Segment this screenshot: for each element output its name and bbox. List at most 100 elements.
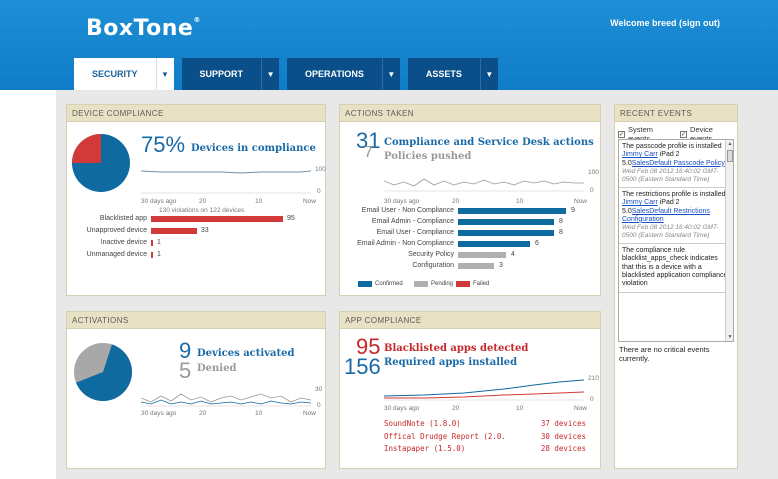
- scroll-down-icon[interactable]: ▼: [727, 334, 733, 340]
- tab-security[interactable]: SECURITY ▼: [74, 58, 174, 90]
- denied-label[interactable]: Denied: [197, 363, 236, 374]
- policies-label[interactable]: Policies pushed: [384, 151, 471, 162]
- x-tick: 30 days ago: [384, 405, 420, 412]
- noncompliant-slice: [72, 134, 101, 163]
- legend-pending: Pending: [414, 281, 453, 287]
- system-events-checkbox[interactable]: ✓: [618, 130, 625, 138]
- violation-bar[interactable]: [151, 228, 197, 234]
- confirmed-swatch: [358, 281, 372, 287]
- event-timestamp: Wed Feb 08 2012 16:40:02 GMT-0500 (Easte…: [622, 224, 719, 240]
- event-item: The passcode profile is installed Jimmy …: [619, 140, 733, 188]
- action-value: 8: [559, 218, 563, 225]
- activations-pie-chart[interactable]: [73, 342, 133, 402]
- violation-value: 33: [200, 227, 209, 234]
- tab-operations[interactable]: OPERATIONS ▼: [287, 58, 400, 90]
- activations-label[interactable]: Devices activated: [197, 348, 294, 359]
- compliance-percentage: 75%: [141, 132, 186, 157]
- violations-note: 130 violations on 122 devices: [159, 207, 245, 214]
- tab-assets[interactable]: ASSETS ▼: [407, 58, 498, 90]
- action-value: 8: [559, 229, 563, 236]
- action-label: Configuration: [412, 262, 454, 269]
- welcome-text: Welcome breed (sign out): [610, 18, 720, 28]
- chevron-down-icon[interactable]: ▼: [155, 58, 174, 90]
- events-list[interactable]: The passcode profile is installed Jimmy …: [618, 139, 734, 342]
- y-tick-210: 210: [588, 375, 599, 382]
- y-tick-0: 0: [317, 402, 321, 409]
- violation-value: 95: [287, 215, 295, 222]
- x-tick: 10: [516, 198, 524, 205]
- x-tick: 10: [516, 405, 524, 412]
- recent-events-panel: RECENT EVENTS ✓System events ✓Device eve…: [614, 104, 738, 469]
- legend-failed: Failed: [456, 281, 489, 287]
- denied-trend-line: [141, 393, 311, 403]
- compliance-pie-chart[interactable]: [71, 133, 131, 193]
- user-link[interactable]: Jimmy Carr: [622, 151, 658, 158]
- actions-trend-line: [384, 178, 584, 187]
- action-label: Security Policy: [408, 251, 454, 258]
- app-device-count[interactable]: 30 devices: [526, 432, 586, 441]
- action-bar[interactable]: [458, 230, 554, 236]
- action-value: 9: [571, 207, 575, 214]
- blacklisted-label[interactable]: Blacklisted apps detected: [384, 343, 528, 354]
- violation-bar[interactable]: [151, 216, 283, 222]
- action-bar[interactable]: [458, 263, 494, 269]
- action-label: Email Admin - Compliance: [371, 218, 454, 225]
- event-item: The compliance rule blacklist_apps_check…: [619, 244, 733, 293]
- action-bar[interactable]: [458, 208, 566, 214]
- required-count: 156: [344, 354, 381, 379]
- app-device-count[interactable]: 28 devices: [526, 444, 586, 453]
- actions-taken-panel: ACTIONS TAKEN 31 Compliance and Service …: [339, 104, 601, 296]
- user-link[interactable]: Jimmy Carr: [622, 199, 658, 206]
- actions-trend-chart: [384, 178, 584, 192]
- action-bar[interactable]: [458, 241, 530, 247]
- violation-bar[interactable]: [151, 252, 153, 258]
- scroll-thumb[interactable]: [727, 150, 733, 162]
- x-tick: 30 days ago: [384, 198, 420, 205]
- action-value: 4: [511, 251, 515, 258]
- x-tick: 30 days ago: [141, 198, 177, 205]
- violation-value: 1: [157, 251, 161, 258]
- action-bar[interactable]: [458, 252, 506, 258]
- panel-title: DEVICE COMPLIANCE: [67, 105, 325, 122]
- panel-title: ACTIONS TAKEN: [340, 105, 600, 122]
- tab-support[interactable]: SUPPORT ▼: [181, 58, 280, 90]
- y-tick-30: 30: [315, 386, 323, 393]
- x-tick: 10: [255, 410, 263, 417]
- events-scrollbar[interactable]: ▲ ▼: [725, 140, 733, 341]
- app-trend-chart: [384, 379, 584, 401]
- required-label[interactable]: Required apps installed: [384, 357, 517, 368]
- x-tick: 20: [452, 405, 460, 412]
- legend-confirmed: Confirmed: [358, 281, 403, 287]
- policy-link[interactable]: SalesDefault Restrictions Configuration: [622, 208, 710, 223]
- event-timestamp: Wed Feb 08 2012 16:40:02 GMT-0500 (Easte…: [622, 168, 719, 183]
- violation-bar[interactable]: [151, 240, 153, 246]
- chevron-down-icon[interactable]: ▼: [261, 58, 279, 90]
- app-name-link[interactable]: SoundNote (1.8.0): [384, 419, 461, 428]
- action-label: Email User - Compliance: [376, 229, 454, 236]
- activations-panel: ACTIVATIONS 9 Devices activated 5 Denied…: [66, 311, 326, 469]
- violation-value: 1: [157, 239, 161, 246]
- compliance-label[interactable]: Devices in compliance: [191, 143, 316, 154]
- chevron-down-icon[interactable]: ▼: [479, 58, 498, 90]
- x-tick: 20: [199, 198, 207, 205]
- critical-events-message: There are no critical events currently.: [619, 345, 710, 363]
- action-bar[interactable]: [458, 219, 554, 225]
- action-label: Email Admin - Non Compliance: [357, 240, 454, 247]
- event-text: The compliance rule blacklist_apps_check…: [622, 246, 728, 288]
- action-value: 3: [499, 262, 503, 269]
- policy-link[interactable]: SalesDefault Passcode Policy: [632, 160, 725, 167]
- actions-label[interactable]: Compliance and Service Desk actions: [384, 137, 594, 148]
- app-device-count[interactable]: 37 devices: [526, 419, 586, 428]
- x-tick: 20: [199, 410, 207, 417]
- app-name-link[interactable]: Offical Drudge Report (2.0.0): [384, 432, 504, 442]
- event-text: The passcode profile is installed: [622, 143, 722, 150]
- main-tabs: SECURITY ▼ SUPPORT ▼ OPERATIONS ▼ ASSETS ▼: [74, 58, 498, 90]
- boxtone-logo[interactable]: BoxTone®: [86, 16, 201, 41]
- event-text: The restrictions profile is installed: [622, 190, 726, 198]
- device-events-checkbox[interactable]: ✓: [680, 130, 688, 138]
- chevron-down-icon[interactable]: ▼: [381, 58, 400, 90]
- scroll-up-icon[interactable]: ▲: [727, 141, 733, 147]
- action-label: Email User - Non Compliance: [361, 207, 454, 214]
- device-compliance-panel: DEVICE COMPLIANCE 75% Devices in complia…: [66, 104, 326, 296]
- app-name-link[interactable]: Instapaper (1.5.0): [384, 444, 465, 453]
